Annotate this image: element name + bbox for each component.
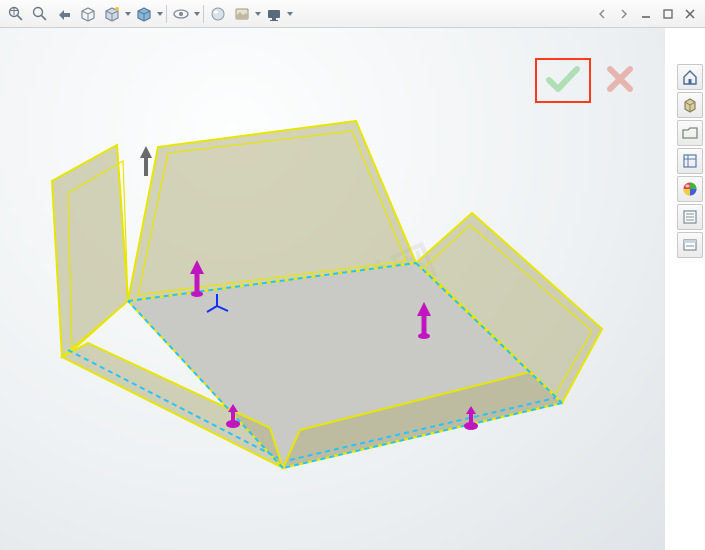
next-doc-button[interactable] (614, 5, 634, 23)
view-orientation-button[interactable] (100, 2, 124, 26)
appearances-tab[interactable] (677, 176, 703, 202)
previous-view-button[interactable] (52, 2, 76, 26)
part-icon (681, 96, 699, 114)
home-tab[interactable] (677, 64, 703, 90)
confirmation-corner (535, 58, 635, 103)
toolbar-separator (166, 5, 167, 23)
apply-scene-dropdown[interactable] (254, 2, 262, 26)
section-view-button[interactable] (76, 2, 100, 26)
properties-tab[interactable] (677, 148, 703, 174)
design-library-tab[interactable] (677, 232, 703, 258)
zoom-to-fit-button[interactable] (4, 2, 28, 26)
toolbar-separator (203, 5, 204, 23)
ok-highlight-box (535, 58, 591, 103)
prev-doc-button[interactable] (592, 5, 612, 23)
view-orientation-dropdown[interactable] (124, 2, 132, 26)
apply-scene-button[interactable] (230, 2, 254, 26)
maximize-button[interactable] (658, 5, 678, 23)
close-button[interactable] (680, 5, 700, 23)
color-ball-icon (681, 180, 699, 198)
open-tab[interactable] (677, 120, 703, 146)
display-style-dropdown[interactable] (156, 2, 164, 26)
custom-properties-tab[interactable] (677, 204, 703, 230)
graphics-viewport[interactable]: 软件自学网 (0, 28, 665, 550)
library-icon (681, 236, 699, 254)
cancel-button[interactable] (605, 64, 635, 97)
ok-button[interactable] (545, 64, 581, 97)
new-part-tab[interactable] (677, 92, 703, 118)
sheet-metal-model (0, 28, 665, 550)
view-settings-dropdown[interactable] (286, 2, 294, 26)
view-settings-button[interactable] (262, 2, 286, 26)
check-icon (545, 64, 581, 94)
zoom-to-area-button[interactable] (28, 2, 52, 26)
normal-arrow-icon (140, 146, 152, 176)
hide-show-dropdown[interactable] (193, 2, 201, 26)
display-style-button[interactable] (132, 2, 156, 26)
hide-show-items-button[interactable] (169, 2, 193, 26)
edit-appearance-button[interactable] (206, 2, 230, 26)
list-icon (681, 208, 699, 226)
task-pane-tabs (675, 60, 705, 258)
folder-icon (681, 124, 699, 142)
home-icon (681, 68, 699, 86)
x-icon (605, 64, 635, 94)
heads-up-view-toolbar (0, 0, 705, 28)
properties-icon (681, 152, 699, 170)
minimize-button[interactable] (636, 5, 656, 23)
